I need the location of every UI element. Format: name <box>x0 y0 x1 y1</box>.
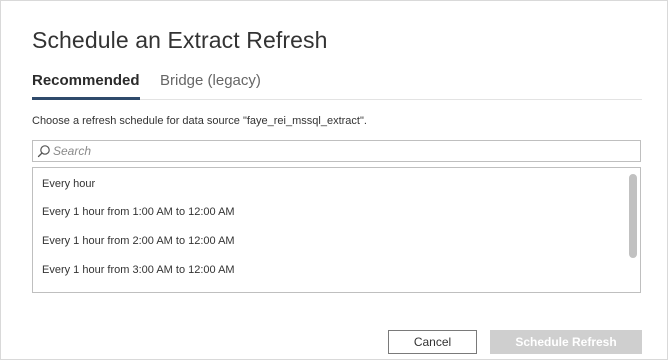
schedule-refresh-dialog: Schedule an Extract Refresh Recommended … <box>0 0 668 360</box>
list-item[interactable]: Every 1 hour from 2:00 AM to 12:00 AM <box>42 235 235 247</box>
list-item[interactable]: Every 1 hour from 3:00 AM to 12:00 AM <box>42 264 235 276</box>
schedule-list[interactable]: Every hour Every 1 hour from 1:00 AM to … <box>32 167 641 293</box>
search-icon <box>37 145 50 158</box>
tab-bar: Recommended Bridge (legacy) <box>32 69 642 100</box>
schedule-description: Choose a refresh schedule for data sourc… <box>32 115 367 127</box>
list-item[interactable]: Every hour <box>42 178 95 190</box>
tab-bridge-legacy[interactable]: Bridge (legacy) <box>160 71 261 91</box>
schedule-refresh-button[interactable]: Schedule Refresh <box>490 330 642 354</box>
tab-recommended[interactable]: Recommended <box>32 71 140 100</box>
cancel-button[interactable]: Cancel <box>388 330 477 354</box>
scrollbar-thumb[interactable] <box>629 174 637 258</box>
list-item[interactable]: Every 1 hour from 1:00 AM to 12:00 AM <box>42 206 235 218</box>
search-input[interactable] <box>53 142 633 160</box>
list-scrollbar[interactable] <box>629 172 637 288</box>
dialog-title: Schedule an Extract Refresh <box>32 27 328 53</box>
search-box[interactable] <box>32 140 641 162</box>
